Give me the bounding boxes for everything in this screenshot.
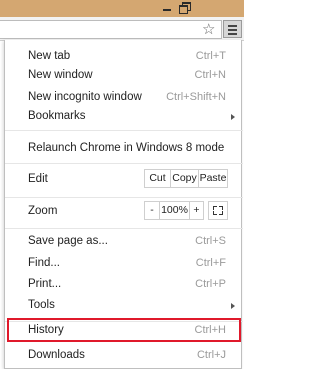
- menu-item-shortcut: Ctrl+Shift+N: [166, 91, 226, 103]
- cut-button[interactable]: Cut: [145, 170, 170, 187]
- menu-row-edit: Edit Cut Copy Paste: [5, 168, 243, 190]
- menu-item-tools[interactable]: Tools: [5, 294, 243, 316]
- menu-item-shortcut: Ctrl+F: [195, 257, 226, 269]
- menu-item-label: New window: [28, 69, 93, 81]
- menu-item-label: Save page as...: [28, 235, 108, 247]
- chrome-menu: New tab Ctrl+T New window Ctrl+N New inc…: [4, 40, 243, 369]
- paste-button[interactable]: Paste: [198, 170, 227, 187]
- menu-item-label: Print...: [28, 278, 62, 290]
- menu-item-new-window[interactable]: New window Ctrl+N: [5, 64, 243, 86]
- menu-item-print[interactable]: Print... Ctrl+P: [5, 273, 243, 295]
- menu-item-label: Zoom: [28, 205, 58, 217]
- window-titlebar: [0, 0, 244, 17]
- menu-item-label: Find...: [28, 257, 60, 269]
- menu-item-shortcut: Ctrl+P: [195, 278, 226, 290]
- menu-item-find[interactable]: Find... Ctrl+F: [5, 252, 243, 274]
- menu-item-label: Edit: [28, 173, 48, 185]
- menu-item-label: Tools: [28, 299, 55, 311]
- zoom-in-button[interactable]: +: [189, 202, 203, 219]
- menu-separator: [5, 130, 243, 131]
- menu-item-shortcut: Ctrl+S: [195, 235, 226, 247]
- minimize-icon[interactable]: [161, 2, 173, 12]
- menu-row-zoom: Zoom - 100% +: [5, 200, 243, 222]
- menu-item-label: New tab: [28, 50, 71, 62]
- menu-separator: [5, 163, 243, 164]
- menu-item-shortcut: Ctrl+N: [194, 69, 226, 81]
- address-bar[interactable]: ☆: [0, 20, 222, 39]
- zoom-level: 100%: [159, 202, 189, 219]
- submenu-arrow-icon: [231, 303, 235, 309]
- menu-item-label: Bookmarks: [28, 110, 86, 122]
- history-highlight-box: [7, 318, 241, 342]
- submenu-arrow-icon: [231, 114, 235, 120]
- fullscreen-icon[interactable]: [208, 201, 228, 220]
- zoom-control: - 100% +: [144, 201, 204, 220]
- star-icon[interactable]: ☆: [202, 21, 215, 38]
- copy-button[interactable]: Copy: [170, 170, 198, 187]
- menu-item-label: Downloads: [28, 349, 85, 361]
- hamburger-menu-icon[interactable]: [223, 20, 242, 38]
- browser-toolbar: ☆: [0, 17, 244, 41]
- menu-item-downloads[interactable]: Downloads Ctrl+J: [5, 344, 243, 366]
- edit-button-group: Cut Copy Paste: [144, 169, 228, 188]
- menu-item-shortcut: Ctrl+T: [195, 50, 226, 62]
- menu-item-save-page-as[interactable]: Save page as... Ctrl+S: [5, 230, 243, 252]
- menu-separator: [5, 228, 243, 229]
- menu-item-label: New incognito window: [28, 91, 142, 103]
- menu-item-shortcut: Ctrl+J: [196, 349, 226, 361]
- menu-item-bookmarks[interactable]: Bookmarks: [5, 105, 243, 127]
- zoom-out-button[interactable]: -: [145, 202, 159, 219]
- menu-separator: [5, 197, 243, 198]
- menu-item-relaunch-windows-8[interactable]: Relaunch Chrome in Windows 8 mode: [5, 137, 243, 159]
- restore-icon[interactable]: [179, 2, 191, 14]
- menu-item-label: Relaunch Chrome in Windows 8 mode: [28, 142, 225, 154]
